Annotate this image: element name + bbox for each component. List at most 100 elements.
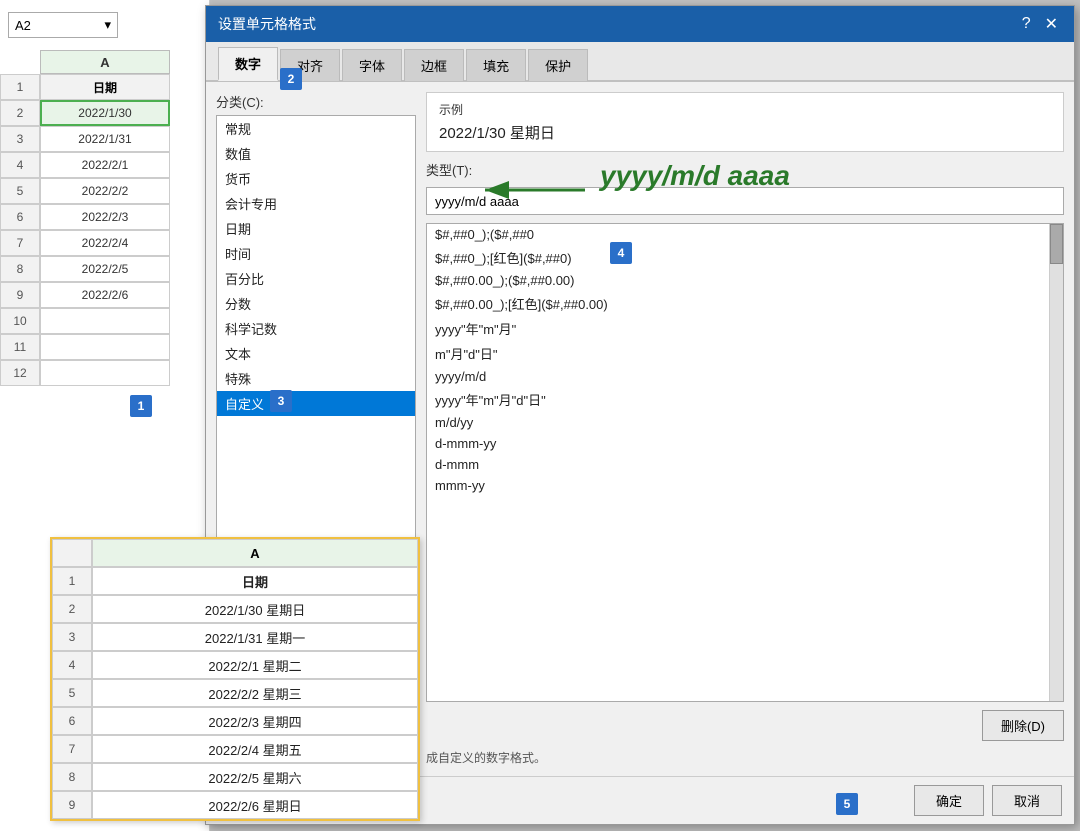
format-item-6[interactable]: m"月"d"日"	[427, 341, 1063, 366]
tab-font[interactable]: 字体	[342, 49, 402, 81]
format-item-4[interactable]: $#,##0.00_);[红色]($#,##0.00)	[427, 291, 1063, 316]
overlay-rownum-7: 7	[52, 735, 92, 763]
category-fraction[interactable]: 分数	[217, 291, 415, 316]
data-cell-4[interactable]: 2022/2/1	[40, 152, 170, 178]
category-text[interactable]: 文本	[217, 341, 415, 366]
dialog-titlebar: 设置单元格格式 ? ✕	[206, 6, 1074, 42]
row-num-9: 9	[0, 282, 40, 308]
row-num-11: 11	[0, 334, 40, 360]
overlay-rownum-3: 3	[52, 623, 92, 651]
spreadsheet-data-col: 日期 2022/1/30 2022/1/31 2022/2/1 2022/2/2…	[40, 74, 170, 386]
badge-2: 2	[280, 68, 302, 90]
category-scientific[interactable]: 科学记数	[217, 316, 415, 341]
overlay-rownum-1: 1	[52, 567, 92, 595]
delete-button[interactable]: 删除(D)	[982, 710, 1064, 741]
type-label: 类型(T):	[426, 160, 1064, 179]
data-cell-6[interactable]: 2022/2/3	[40, 204, 170, 230]
ok-button[interactable]: 确定	[914, 785, 984, 816]
format-list[interactable]: $#,##0_);($#,##0 $#,##0_);[红色]($#,##0) $…	[426, 223, 1064, 702]
row-num-5: 5	[0, 178, 40, 204]
row-num-8: 8	[0, 256, 40, 282]
category-number[interactable]: 数值	[217, 141, 415, 166]
close-button[interactable]: ✕	[1041, 14, 1062, 34]
tab-protection[interactable]: 保护	[528, 49, 588, 81]
badge-5: 5	[836, 793, 858, 815]
format-item-10[interactable]: d-mmm-yy	[427, 433, 1063, 454]
row-num-4: 4	[0, 152, 40, 178]
format-item-1[interactable]: $#,##0_);($#,##0	[427, 224, 1063, 245]
overlay-rownum-2: 2	[52, 595, 92, 623]
category-time[interactable]: 时间	[217, 241, 415, 266]
overlay-row-2: 2 2022/1/30 星期日	[52, 595, 418, 623]
overlay-cell-7: 2022/2/4 星期五	[92, 735, 418, 763]
cell-reference-value: A2	[15, 18, 31, 33]
overlay-cell-4: 2022/2/1 星期二	[92, 651, 418, 679]
tab-number[interactable]: 数字	[218, 47, 278, 81]
overlay-date-header: 日期	[92, 567, 418, 595]
format-item-11[interactable]: d-mmm	[427, 454, 1063, 475]
overlay-cell-9: 2022/2/6 星期日	[92, 791, 418, 819]
overlay-cell-5: 2022/2/2 星期三	[92, 679, 418, 707]
overlay-row-3: 3 2022/1/31 星期一	[52, 623, 418, 651]
cell-ref-dropdown-icon[interactable]: ▾	[104, 17, 111, 33]
overlay-rownum-8: 8	[52, 763, 92, 791]
category-date[interactable]: 日期	[217, 216, 415, 241]
data-cell-8[interactable]: 2022/2/5	[40, 256, 170, 282]
data-cell-7[interactable]: 2022/2/4	[40, 230, 170, 256]
format-item-8[interactable]: yyyy"年"m"月"d"日"	[427, 387, 1063, 412]
overlay-rownum-4: 4	[52, 651, 92, 679]
overlay-cell-3: 2022/1/31 星期一	[92, 623, 418, 651]
data-cell-10	[40, 308, 170, 334]
data-cell-2[interactable]: 2022/1/30	[40, 100, 170, 126]
overlay-col-header-row: A	[52, 539, 418, 567]
format-item-2[interactable]: $#,##0_);[红色]($#,##0)	[427, 245, 1063, 270]
cancel-button[interactable]: 取消	[992, 785, 1062, 816]
type-input-container	[426, 187, 1064, 215]
format-item-7[interactable]: yyyy/m/d	[427, 366, 1063, 387]
category-accounting[interactable]: 会计专用	[217, 191, 415, 216]
overlay-row-1: 1 日期	[52, 567, 418, 595]
badge-4: 4	[610, 242, 632, 264]
overlay-cell-8: 2022/2/5 星期六	[92, 763, 418, 791]
row-num-6: 6	[0, 204, 40, 230]
overlay-cell-6: 2022/2/3 星期四	[92, 707, 418, 735]
format-item-3[interactable]: $#,##0.00_);($#,##0.00)	[427, 270, 1063, 291]
category-special[interactable]: 特殊	[217, 366, 415, 391]
tab-border[interactable]: 边框	[404, 49, 464, 81]
overlay-rownum-9: 9	[52, 791, 92, 819]
type-input[interactable]	[426, 187, 1064, 215]
category-currency[interactable]: 货币	[217, 166, 415, 191]
data-cell-9[interactable]: 2022/2/6	[40, 282, 170, 308]
preview-label: 示例	[439, 101, 1051, 118]
overlay-row-5: 5 2022/2/2 星期三	[52, 679, 418, 707]
format-item-9[interactable]: m/d/yy	[427, 412, 1063, 433]
format-list-scrollbar[interactable]	[1049, 224, 1063, 701]
overlay-rownum-5: 5	[52, 679, 92, 707]
overlay-rownum-6: 6	[52, 707, 92, 735]
overlay-row-4: 4 2022/2/1 星期二	[52, 651, 418, 679]
category-general[interactable]: 常规	[217, 116, 415, 141]
overlay-corner	[52, 539, 92, 567]
data-cell-3[interactable]: 2022/1/31	[40, 126, 170, 152]
dialog-tabs: 数字 对齐 字体 边框 填充 保护	[206, 42, 1074, 82]
badge-3: 3	[270, 390, 292, 412]
row-num-1: 1	[0, 74, 40, 100]
overlay-row-7: 7 2022/2/4 星期五	[52, 735, 418, 763]
scrollbar-thumb[interactable]	[1050, 224, 1063, 264]
category-custom[interactable]: 自定义	[217, 391, 415, 416]
data-cell-5[interactable]: 2022/2/2	[40, 178, 170, 204]
help-button[interactable]: ?	[1018, 15, 1035, 33]
row-num-3: 3	[0, 126, 40, 152]
row-numbers: 1 2 3 4 5 6 7 8 9 10 11 12	[0, 74, 40, 386]
format-item-5[interactable]: yyyy"年"m"月"	[427, 316, 1063, 341]
format-item-12[interactable]: mmm-yy	[427, 475, 1063, 496]
category-label: 分类(C):	[216, 92, 416, 111]
data-cell-12	[40, 360, 170, 386]
category-percent[interactable]: 百分比	[217, 266, 415, 291]
overlay-row-8: 8 2022/2/5 星期六	[52, 763, 418, 791]
type-label-row: 类型(T):	[426, 160, 1064, 179]
cell-reference-box[interactable]: A2 ▾	[8, 12, 118, 38]
header-cell-date: 日期	[40, 74, 170, 100]
data-cell-11	[40, 334, 170, 360]
tab-fill[interactable]: 填充	[466, 49, 526, 81]
